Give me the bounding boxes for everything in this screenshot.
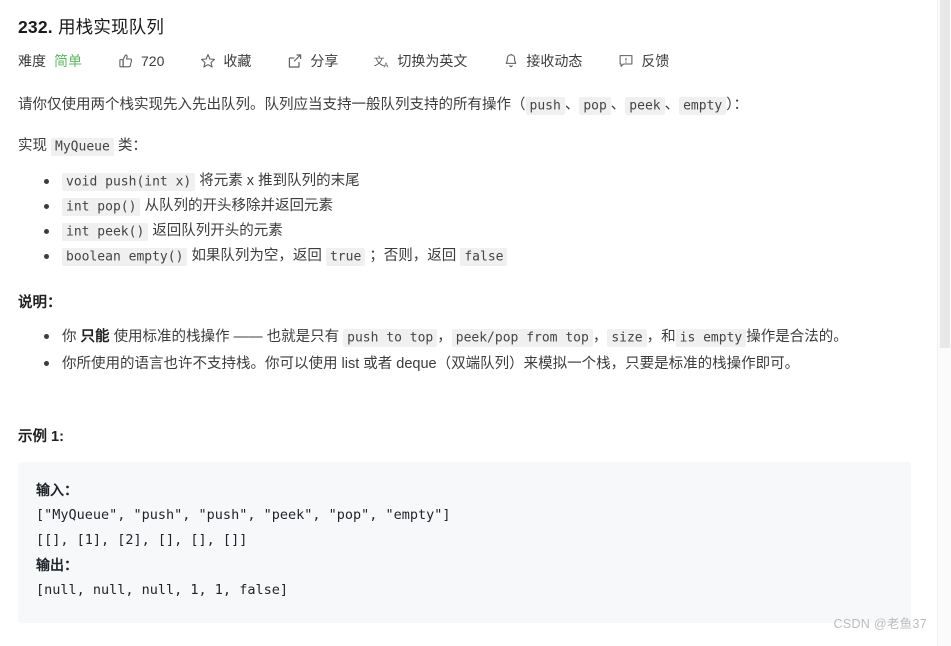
notes-heading: 说明： [18, 295, 62, 311]
problem-number: 232. [18, 17, 53, 37]
myqueue-class-chip: MyQueue [51, 137, 114, 156]
method-description: 将元素 x 推到队列的末尾 [199, 173, 360, 189]
translate-button[interactable]: 文 A 切换为英文 [374, 51, 467, 71]
method-signature: int peek() [62, 222, 149, 241]
is-empty-chip: is empty [675, 328, 747, 347]
share-button[interactable]: 分享 [287, 51, 338, 71]
subscribe-button[interactable]: 接收动态 [503, 51, 582, 71]
op-pop-chip: pop [579, 96, 611, 115]
share-label: 分享 [310, 53, 339, 69]
op-sep: 、 [664, 97, 680, 113]
note-emphasis: 只能 [80, 329, 110, 345]
share-icon [287, 53, 303, 69]
translate-icon: 文 A [374, 53, 390, 69]
method-description: 返回队列开头的元素 [152, 223, 283, 239]
list-item: 你所使用的语言也许不支持栈。你可以使用 list 或者 deque（双端队列）来… [44, 351, 911, 377]
implement-text-a: 实现 [18, 138, 47, 154]
difficulty-label: 难度 [18, 53, 46, 69]
note-sep: ， [437, 329, 452, 345]
difficulty-block: 难度 简单 [18, 51, 82, 71]
list-item: 你 只能 使用标准的栈操作 —— 也就是只有 push to top， peek/… [44, 324, 911, 351]
problem-content: 232. 用栈实现队列 难度 简单 720 收藏 分享 文 A 切换为英文 接收… [0, 0, 929, 623]
op-push-chip: push [525, 96, 565, 115]
feedback-button[interactable]: 反馈 [618, 51, 669, 71]
vertical-scrollbar-track[interactable] [937, 0, 951, 646]
method-list: void push(int x) 将元素 x 推到队列的末尾 int pop()… [18, 169, 911, 269]
output-label: 输出： [36, 557, 78, 573]
intro-text-b: ）： [726, 97, 748, 113]
watermark: CSDN @老鱼37 [833, 617, 927, 631]
intro-text-a: 请你仅使用两个栈实现先入先出队列。队列应当支持一般队列支持的所有操作（ [18, 97, 526, 113]
false-chip: false [460, 247, 508, 266]
true-chip: true [325, 247, 366, 266]
op-sep: 、 [610, 97, 626, 113]
favorite-label: 收藏 [223, 53, 252, 69]
method-description: 如果队列为空，返回 [191, 248, 322, 264]
output-line: [null, null, null, 1, 1, false] [36, 582, 288, 598]
note-text: 你所使用的语言也许不支持栈。你可以使用 list 或者 deque（双端队列）来… [62, 356, 800, 372]
feedback-icon [618, 53, 634, 69]
size-chip: size [607, 328, 647, 347]
note-sep: ， [592, 329, 608, 345]
problem-meta-toolbar: 难度 简单 720 收藏 分享 文 A 切换为英文 接收动态 反馈 [18, 50, 911, 72]
note-text-b: 使用标准的栈操作 —— 也就是只有 [113, 329, 340, 345]
bell-icon [503, 53, 519, 69]
description-intro: 请你仅使用两个栈实现先入先出队列。队列应当支持一般队列支持的所有操作（ push、… [18, 92, 911, 119]
problem-title-text: 用栈实现队列 [57, 17, 165, 37]
implement-line: 实现 MyQueue 类： [18, 133, 911, 160]
example-code-block: 输入： ["MyQueue", "push", "push", "peek", … [18, 462, 911, 623]
note-text-a: 你 [62, 329, 77, 345]
difficulty-badge: 简单 [54, 53, 82, 69]
like-count: 720 [141, 53, 165, 69]
feedback-label: 反馈 [641, 53, 670, 69]
notes-list: 你 只能 使用标准的栈操作 —— 也就是只有 push to top， peek/… [18, 324, 911, 377]
peek-pop-from-top-chip: peek/pop from top [451, 328, 593, 347]
translate-label: 切换为英文 [397, 53, 468, 69]
favorite-button[interactable]: 收藏 [200, 51, 251, 71]
example-heading: 示例 1: [18, 429, 64, 445]
subscribe-label: 接收动态 [526, 53, 583, 69]
star-icon [200, 53, 216, 69]
list-item: boolean empty() 如果队列为空，返回 true ；否则，返回 fa… [44, 244, 911, 269]
op-sep: 、 [564, 97, 580, 113]
vertical-scrollbar-thumb[interactable] [940, 0, 950, 348]
push-to-top-chip: push to top [343, 328, 438, 347]
note-text-c: 操作是合法的。 [746, 329, 848, 345]
method-signature: int pop() [62, 197, 141, 216]
list-item: void push(int x) 将元素 x 推到队列的末尾 [44, 169, 911, 194]
method-signature: boolean empty() [62, 247, 188, 266]
svg-text:A: A [384, 60, 389, 69]
thumbs-up-icon [118, 53, 134, 69]
note-sep: ，和 [646, 329, 676, 345]
list-item: int peek() 返回队列开头的元素 [44, 219, 911, 244]
problem-page: 232. 用栈实现队列 难度 简单 720 收藏 分享 文 A 切换为英文 接收… [0, 0, 951, 646]
op-empty-chip: empty [679, 96, 727, 115]
list-item: int pop() 从队列的开头移除并返回元素 [44, 194, 911, 219]
method-description: 从队列的开头移除并返回元素 [144, 198, 333, 214]
method-signature: void push(int x) [62, 172, 196, 191]
implement-text-b: 类： [117, 138, 147, 154]
input-line: [[], [1], [2], [], [], []] [36, 532, 248, 548]
page-title: 232. 用栈实现队列 [18, 14, 911, 40]
input-line: ["MyQueue", "push", "push", "peek", "pop… [36, 507, 451, 523]
like-button[interactable]: 720 [118, 53, 164, 69]
method-description-cont: ；否则，返回 [369, 248, 457, 264]
op-peek-chip: peek [625, 96, 665, 115]
input-label: 输入： [36, 482, 78, 498]
